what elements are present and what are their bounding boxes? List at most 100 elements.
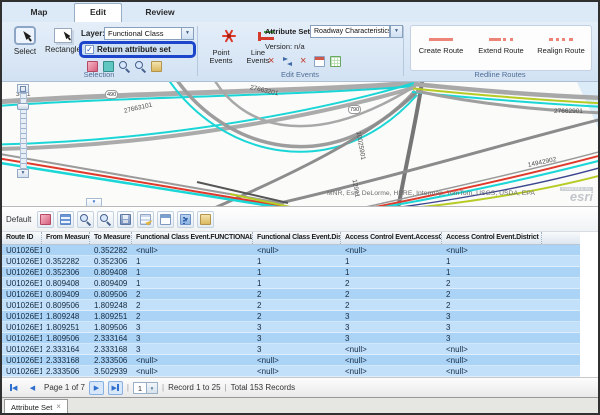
- table-cell: 1: [132, 256, 253, 266]
- table-cell: <null>: [341, 355, 442, 365]
- export-button[interactable]: [197, 211, 214, 228]
- attribute-set-tab[interactable]: Attribute Set ×: [4, 399, 68, 414]
- column-header[interactable]: Functional Class Event.District: [253, 232, 341, 244]
- table-cell: 1: [132, 267, 253, 277]
- eraser-button[interactable]: [37, 211, 54, 228]
- table-cell: <null>: [341, 366, 442, 376]
- return-attribute-set-checkbox[interactable]: ✓: [85, 45, 94, 54]
- merge-event-button[interactable]: [281, 55, 294, 68]
- column-header-filler: [542, 232, 580, 244]
- road-label: 10025901: [355, 131, 367, 161]
- snap-event-button[interactable]: [297, 55, 310, 68]
- close-icon[interactable]: ×: [56, 403, 61, 411]
- table-cell: 1.809251: [90, 311, 132, 321]
- table-cell: 1.809248: [42, 311, 90, 321]
- extend-route-button[interactable]: Extend Route: [471, 26, 531, 70]
- edit-attributes-button[interactable]: [137, 211, 154, 228]
- page-select[interactable]: 1 ▼: [133, 382, 158, 394]
- table-row[interactable]: U01026E100.352282<null><null><null><null…: [2, 245, 580, 256]
- prev-page-button[interactable]: ◀: [25, 381, 40, 395]
- column-header[interactable]: Access Control Event.AccessControl: [341, 232, 442, 244]
- zoom-slider-handle[interactable]: [17, 103, 29, 110]
- table-row[interactable]: U01026E12.3331642.33316833<null><null>: [2, 344, 580, 355]
- selection-group-label: Selection: [2, 70, 196, 79]
- table-cell: 2.333168: [90, 344, 132, 354]
- column-header[interactable]: Access Control Event.District: [442, 232, 542, 244]
- tab-edit[interactable]: Edit: [74, 3, 122, 22]
- attribute-set-select[interactable]: Roadway Characteristics: [310, 25, 390, 38]
- create-route-button[interactable]: Create Route: [411, 26, 471, 70]
- last-page-button[interactable]: ▶: [108, 381, 123, 395]
- collapse-table-button[interactable]: ▼: [86, 198, 102, 206]
- split-event-button[interactable]: [265, 55, 278, 68]
- table-cell: [542, 278, 580, 288]
- ribbon: Map Edit Review Select Rectangle Layer: …: [2, 2, 598, 82]
- sort-icon: [180, 214, 191, 225]
- table-cell: 1: [132, 278, 253, 288]
- table-row[interactable]: U01026E10.3522820.3523061111: [2, 256, 580, 267]
- table-row[interactable]: U01026E11.8092511.8095063333: [2, 322, 580, 333]
- event-table-button[interactable]: [329, 55, 342, 68]
- table-header: Route ID From Measure To Measure Functio…: [2, 232, 580, 245]
- attribute-window-button[interactable]: [157, 211, 174, 228]
- table-row[interactable]: U01026E12.3335063.502939<null><null><nul…: [2, 366, 580, 377]
- zoom-slider-track[interactable]: [20, 93, 27, 169]
- sort-button[interactable]: [177, 211, 194, 228]
- layer-select[interactable]: Functional Class: [104, 27, 182, 40]
- table-cell: 1: [442, 267, 542, 277]
- attribute-window-icon: [160, 214, 171, 225]
- table-cell: 3: [253, 322, 341, 332]
- table-cell: 2: [442, 300, 542, 310]
- tab-map[interactable]: Map: [16, 4, 62, 21]
- table-cell: 3: [442, 333, 542, 343]
- table-cell: 0.352282: [42, 256, 90, 266]
- first-page-button[interactable]: ◀: [6, 381, 21, 395]
- select-button[interactable]: Select: [6, 26, 44, 56]
- merge-event-icon: [282, 56, 293, 67]
- table-row[interactable]: U01026E10.3523060.8094081111: [2, 267, 580, 278]
- table-cell: 2.333506: [90, 355, 132, 365]
- rectangle-select-button[interactable]: Rectangle: [44, 26, 82, 54]
- realign-route-button[interactable]: Realign Route: [531, 26, 591, 70]
- edit-events-mini-icons: [265, 55, 342, 68]
- table-cell: 2: [341, 300, 442, 310]
- save-button[interactable]: [117, 211, 134, 228]
- edit-attributes-icon: [140, 214, 151, 225]
- event-attributes-button[interactable]: [313, 55, 326, 68]
- slider-bottom-button[interactable]: ▼: [17, 169, 29, 178]
- zoom-slider[interactable]: ▼: [17, 84, 29, 178]
- tab-review[interactable]: Review: [134, 4, 186, 21]
- table-cell: U01026E1: [2, 322, 42, 332]
- table-cell: 0: [42, 245, 90, 255]
- table-cell: U01026E1: [2, 344, 42, 354]
- table-cell: 0.809506: [90, 289, 132, 299]
- chevron-down-icon[interactable]: ▼: [390, 25, 403, 38]
- table-row[interactable]: U01026E12.3331682.333506<null><null><nul…: [2, 355, 580, 366]
- pan-to-selection-icon: [100, 214, 111, 225]
- list-view-button[interactable]: [57, 211, 74, 228]
- next-page-button[interactable]: ▶: [89, 381, 104, 395]
- table-row[interactable]: U01026E11.8095062.3331643333: [2, 333, 580, 344]
- panel-tab-bar: Attribute Set ×: [2, 397, 598, 413]
- point-events-button[interactable]: Point Events: [203, 28, 239, 65]
- column-header[interactable]: Route ID: [2, 232, 42, 244]
- pan-to-selection-button[interactable]: [97, 211, 114, 228]
- table-cell: 3: [132, 344, 253, 354]
- road-label: 27662901: [554, 108, 583, 115]
- return-attribute-set-highlight: ✓ Return attribute set: [79, 41, 196, 58]
- event-editor-window: Map Edit Review Select Rectangle Layer: …: [0, 0, 600, 415]
- table-row[interactable]: U01026E10.8094080.8094091122: [2, 278, 580, 289]
- table-row[interactable]: U01026E10.8095061.8092482222: [2, 300, 580, 311]
- table-cell: 0.809409: [42, 289, 90, 299]
- table-cell: <null>: [253, 245, 341, 255]
- table-row[interactable]: U01026E11.8092481.8092512233: [2, 311, 580, 322]
- slider-top-button[interactable]: [17, 84, 29, 93]
- zoom-to-selection-button[interactable]: [77, 211, 94, 228]
- column-header[interactable]: From Measure: [42, 232, 90, 244]
- column-header[interactable]: Functional Class Event.FUNCTIONALCLASS: [132, 232, 253, 244]
- column-header[interactable]: To Measure: [90, 232, 132, 244]
- table-row[interactable]: U01026E10.8094090.8095062222: [2, 289, 580, 300]
- map-view[interactable]: 3001276631012766320127662901100259011299…: [2, 82, 598, 207]
- list-view-icon: [60, 214, 71, 225]
- chevron-down-icon[interactable]: ▼: [181, 27, 194, 40]
